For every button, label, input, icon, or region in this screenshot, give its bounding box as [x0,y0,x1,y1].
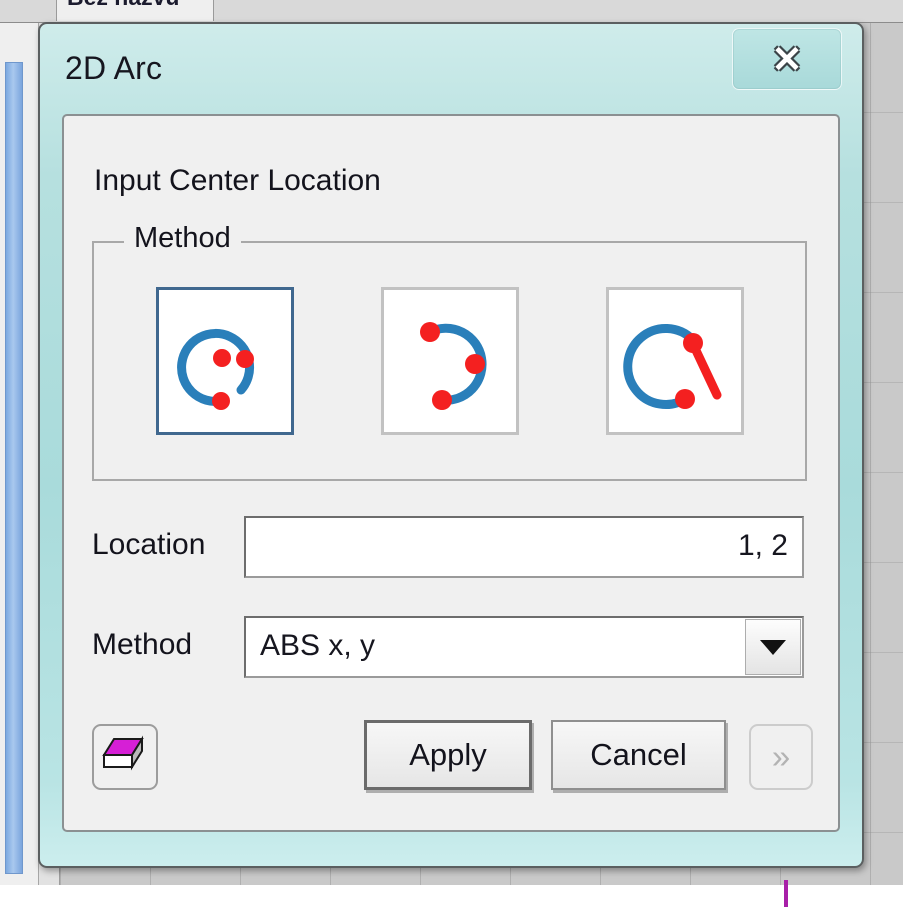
2d-arc-dialog: 2D Arc ✕ Input Center Location Method Lo… [38,22,864,868]
scrollbar-thumb[interactable] [5,62,23,874]
method-option-list [94,243,805,479]
method-groupbox: Method [92,222,807,481]
method-row: Method ABS x, y [92,616,807,678]
chevron-down-icon [760,639,786,655]
location-label: Location [92,528,206,561]
method-option-arc-center-start-end[interactable] [155,287,294,435]
arc-center-radius-angle-icon [622,324,721,409]
apply-button[interactable]: Apply [364,720,532,790]
method-option-arc-three-points[interactable] [380,287,519,435]
method-combobox[interactable]: ABS x, y [244,616,804,678]
location-input-value: 1, 2 [737,529,788,562]
location-input[interactable]: 1, 2 [244,516,804,578]
method-label: Method [92,628,193,661]
close-x-icon: ✕ [771,38,803,80]
method-option-arc-center-radius-angle[interactable] [605,287,744,435]
page-title: Input Center Location [94,164,381,197]
dialog-titlebar: 2D Arc ✕ [40,24,862,120]
document-tab-label: Bez nazvu [67,0,179,11]
close-button[interactable]: ✕ [732,28,842,90]
top-toolbar-strip: Bez nazvu [0,0,903,23]
dialog-button-row: Apply Cancel » [64,716,838,806]
location-row: Location 1, 2 [92,516,807,578]
arc-three-points-icon [419,322,487,410]
document-tab[interactable]: Bez nazvu [56,0,214,21]
dialog-title: 2D Arc [65,50,163,86]
geometry-line-vertical [784,880,788,907]
clear-button[interactable] [92,724,158,790]
method-combobox-value: ABS x, y [260,629,376,662]
dialog-panel: Input Center Location Method Location 1,… [62,114,840,832]
cancel-button[interactable]: Cancel [551,720,726,790]
more-options-button: » [749,724,813,790]
method-combobox-arrow-button[interactable] [745,619,801,675]
double-chevron-right-icon: » [771,738,791,775]
eraser-icon [102,735,144,771]
vertical-scrollbar[interactable] [0,22,39,885]
arc-center-start-end-icon [176,328,254,410]
